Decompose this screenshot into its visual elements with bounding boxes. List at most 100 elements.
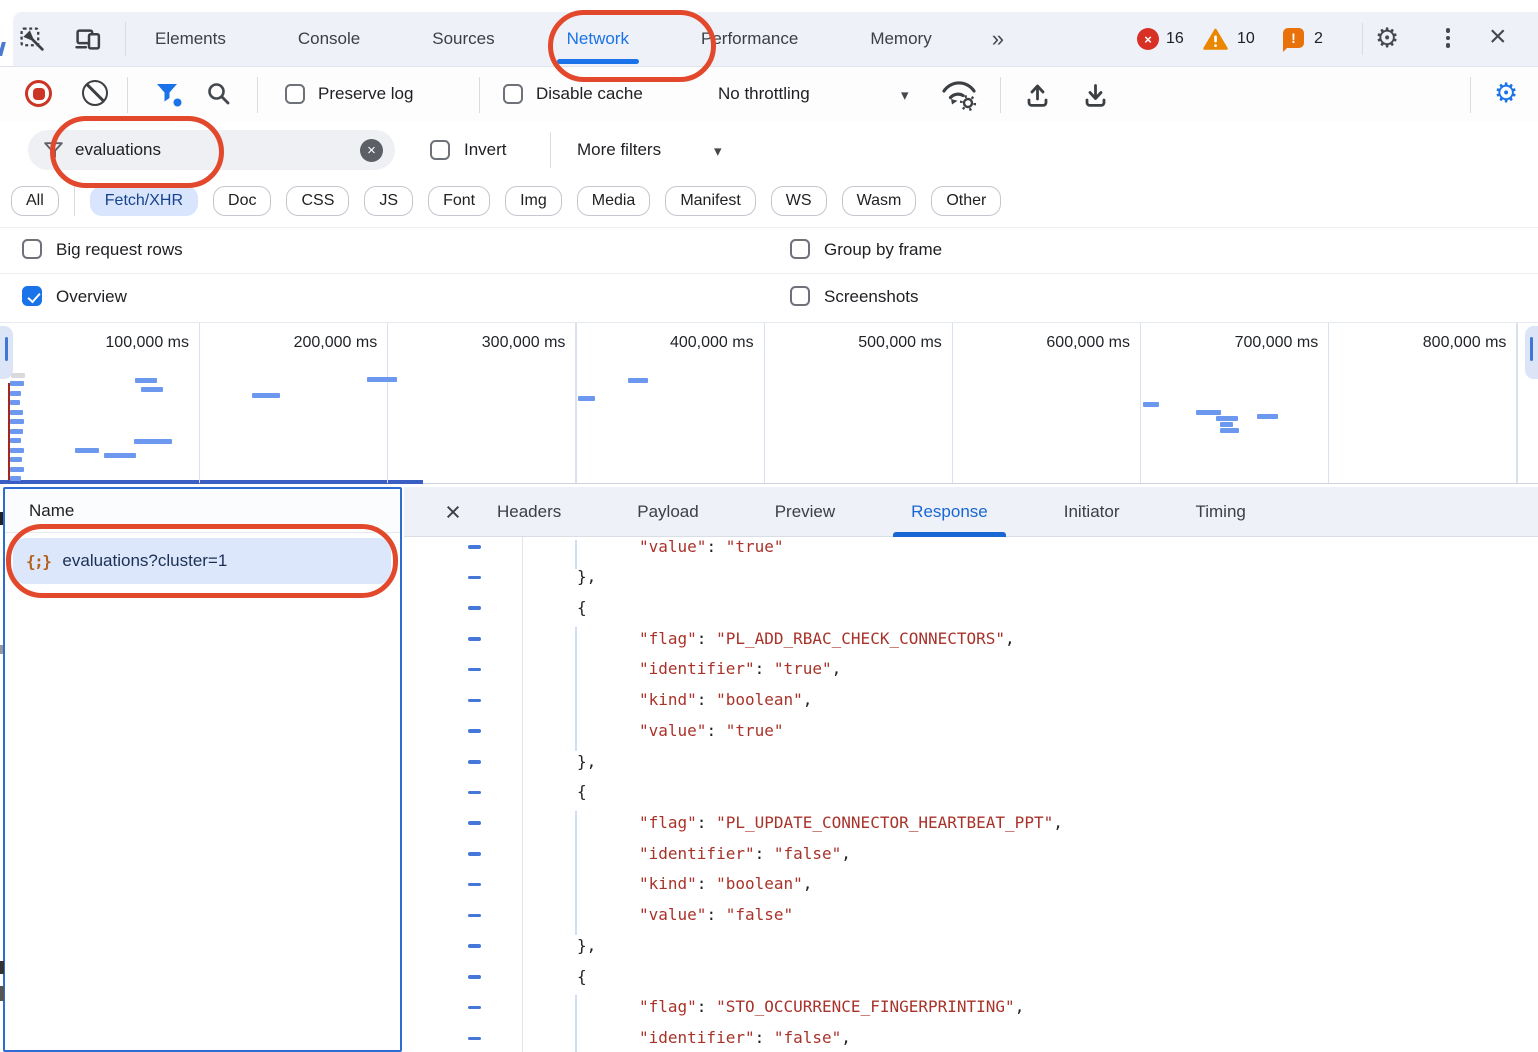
- export-har-icon[interactable]: [1082, 80, 1109, 109]
- overview-request-bar: [10, 400, 20, 405]
- screenshots-checkbox[interactable]: [790, 286, 810, 306]
- divider: [257, 77, 258, 113]
- type-chip-manifest[interactable]: Manifest: [665, 186, 755, 216]
- preserve-log-checkbox[interactable]: [285, 84, 305, 104]
- invert-checkbox[interactable]: [430, 140, 450, 160]
- type-chip-ws[interactable]: WS: [771, 186, 827, 216]
- close-detail-icon[interactable]: ×: [436, 487, 470, 537]
- type-chip-font[interactable]: Font: [428, 186, 490, 216]
- code-line: {: [577, 593, 587, 624]
- overview-selection-bar[interactable]: [0, 480, 423, 484]
- gutter-mark: [468, 637, 481, 641]
- group-by-frame-checkbox[interactable]: [790, 239, 810, 259]
- settings-gear-icon[interactable]: ⚙: [1375, 25, 1399, 52]
- type-chip-media[interactable]: Media: [577, 186, 651, 216]
- overview-request-bar: [1143, 402, 1159, 407]
- network-overview[interactable]: 100,000 ms200,000 ms300,000 ms400,000 ms…: [0, 322, 1538, 484]
- overview-gridline: [1516, 323, 1517, 483]
- big-request-rows-checkbox[interactable]: [22, 239, 42, 259]
- import-har-icon[interactable]: [1024, 80, 1051, 109]
- overview-request-bar: [252, 393, 280, 398]
- overview-tick-label: 500,000 ms: [802, 334, 942, 352]
- tab-network[interactable]: Network: [549, 12, 647, 66]
- gutter-mark: [468, 606, 481, 610]
- close-devtools-icon[interactable]: ×: [1489, 22, 1507, 52]
- tab-sources[interactable]: Sources: [414, 12, 512, 66]
- divider: [1470, 77, 1471, 113]
- overview-request-bar: [10, 476, 21, 481]
- page-behind-artifact: [0, 42, 6, 56]
- filter-toggle-icon[interactable]: [155, 82, 183, 108]
- overview-request-bar: [1257, 414, 1278, 419]
- overview-request-bar: [578, 396, 595, 401]
- gutter-mark: [468, 883, 481, 887]
- overview-request-bar: [10, 381, 24, 386]
- code-line: },: [577, 747, 596, 778]
- throttling-caret-icon[interactable]: ▾: [901, 86, 909, 104]
- detail-tab-preview[interactable]: Preview: [757, 487, 853, 537]
- warning-badge-icon[interactable]: [1203, 28, 1228, 50]
- clear-filter-icon[interactable]: ×: [360, 139, 383, 162]
- disable-cache-checkbox[interactable]: [503, 84, 523, 104]
- more-filters-button[interactable]: More filters: [577, 140, 661, 160]
- detail-tab-strip: Headers Payload Preview Response Initiator Ti…: [479, 487, 1264, 537]
- tab-memory[interactable]: Memory: [852, 12, 949, 66]
- search-icon[interactable]: [206, 81, 232, 107]
- gutter-mark: [468, 545, 481, 549]
- more-filters-caret-icon[interactable]: ▾: [714, 142, 722, 160]
- overview-request-bar: [10, 419, 24, 424]
- type-chip-doc[interactable]: Doc: [213, 186, 271, 216]
- gutter-mark: [468, 668, 481, 672]
- issues-badge-icon[interactable]: !: [1283, 28, 1304, 48]
- type-chip-css[interactable]: CSS: [286, 186, 349, 216]
- overview-request-bar: [1220, 428, 1239, 433]
- gutter-mark: [468, 791, 481, 795]
- type-chip-img[interactable]: Img: [505, 186, 562, 216]
- menu-dots-icon[interactable]: [1441, 25, 1455, 53]
- network-conditions-icon[interactable]: [938, 78, 984, 112]
- code-line: "identifier": "false",: [639, 1023, 851, 1052]
- code-line: "value": "false": [639, 900, 793, 931]
- type-filter-bar: All Fetch/XHR Doc CSS JS Font Img Media Manifest…: [11, 181, 1001, 221]
- code-line: "identifier": "true",: [639, 654, 841, 685]
- gutter-mark: [468, 1006, 481, 1010]
- detail-tab-payload[interactable]: Payload: [619, 487, 716, 537]
- overview-left-handle[interactable]: [0, 326, 13, 379]
- overview-gridline: [387, 323, 388, 483]
- overview-tick-label: 100,000 ms: [49, 334, 189, 352]
- overview-checkbox[interactable]: [22, 286, 42, 306]
- detail-tab-initiator[interactable]: Initiator: [1046, 487, 1138, 537]
- throttling-select[interactable]: No throttling: [718, 84, 810, 104]
- type-chip-all[interactable]: All: [11, 186, 59, 216]
- tab-elements[interactable]: Elements: [137, 12, 244, 66]
- detail-tab-response[interactable]: Response: [893, 487, 1006, 537]
- device-toolbar-icon[interactable]: [75, 26, 102, 53]
- overview-right-handle[interactable]: [1525, 326, 1538, 379]
- request-row[interactable]: {;}evaluations?cluster=1: [13, 538, 391, 584]
- type-chip-js[interactable]: JS: [364, 186, 413, 216]
- gutter-mark: [468, 729, 481, 733]
- record-network-log-icon[interactable]: [25, 80, 52, 107]
- name-column-header[interactable]: Name: [5, 489, 400, 533]
- detail-tab-timing[interactable]: Timing: [1177, 487, 1263, 537]
- type-chip-other[interactable]: Other: [931, 186, 1001, 216]
- error-badge-icon[interactable]: ×: [1137, 28, 1159, 50]
- code-line: {: [577, 962, 587, 993]
- filter-input[interactable]: evaluations: [75, 140, 360, 160]
- group-by-frame-label: Group by frame: [824, 240, 942, 260]
- type-chip-wasm[interactable]: Wasm: [842, 186, 917, 216]
- network-settings-gear-icon[interactable]: ⚙: [1494, 80, 1518, 107]
- overview-tick-label: 400,000 ms: [614, 334, 754, 352]
- inspect-element-icon[interactable]: [19, 26, 46, 53]
- more-tabs-icon[interactable]: »: [986, 12, 1010, 66]
- overview-tick-label: 700,000 ms: [1178, 334, 1318, 352]
- tab-console[interactable]: Console: [280, 12, 378, 66]
- detail-tab-headers[interactable]: Headers: [479, 487, 579, 537]
- tab-performance[interactable]: Performance: [683, 12, 816, 66]
- top-tab-strip: Elements Console Sources Network Performance…: [137, 12, 1010, 66]
- clear-network-log-icon[interactable]: [82, 80, 108, 106]
- gutter-mark: [468, 699, 481, 703]
- type-chip-fetchxhr[interactable]: Fetch/XHR: [90, 186, 198, 216]
- overview-request-bar: [10, 457, 22, 462]
- overview-tick-label: 300,000 ms: [425, 334, 565, 352]
